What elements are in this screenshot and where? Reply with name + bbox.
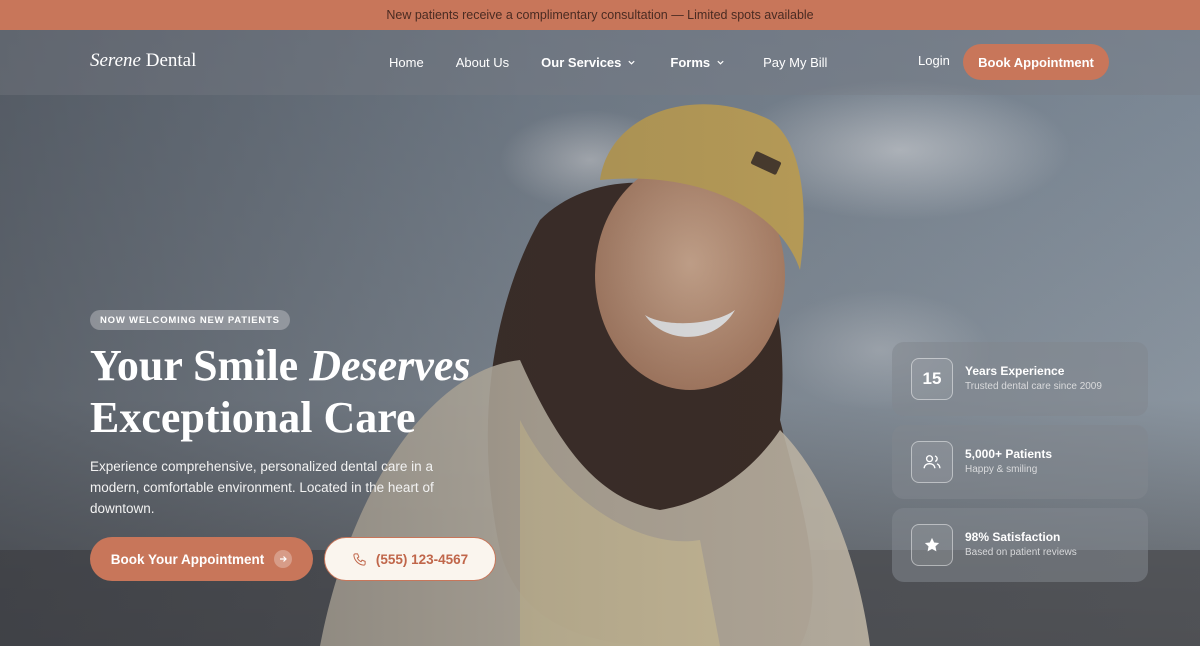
nav-forms-label: Forms bbox=[670, 55, 711, 70]
brand-italic: Serene bbox=[90, 50, 141, 71]
brand-logo[interactable]: Serene Dental bbox=[90, 50, 196, 72]
stat-card-experience: 15 Years Experience Trusted dental care … bbox=[892, 342, 1148, 416]
phone-number: (555) 123-4567 bbox=[375, 551, 469, 567]
nav-pay-bill-label: Pay My Bill bbox=[763, 55, 828, 70]
phone-button[interactable]: (555) 123-4567 bbox=[324, 537, 496, 581]
login-link[interactable]: Login bbox=[918, 53, 950, 68]
arrow-right-icon bbox=[274, 550, 293, 568]
announcement-text: New patients receive a complimentary con… bbox=[386, 8, 814, 22]
book-your-appointment-button[interactable]: Book Your Appointment bbox=[90, 537, 313, 581]
announcement-bar: New patients receive a complimentary con… bbox=[0, 0, 1200, 30]
chevron-down-icon bbox=[628, 60, 636, 65]
stat-card-satisfaction: 98% Satisfaction Based on patient review… bbox=[892, 508, 1148, 582]
stat-subtitle: Happy & smiling bbox=[965, 464, 1038, 475]
nav-home[interactable]: Home bbox=[389, 55, 424, 70]
nav-services-label: Our Services bbox=[541, 55, 622, 70]
nav-forms[interactable]: Forms bbox=[670, 55, 725, 70]
headline-part-a: Your Smile bbox=[90, 341, 310, 390]
users-icon bbox=[911, 441, 953, 483]
stat-title: 98% Satisfaction bbox=[965, 530, 1061, 544]
phone-icon bbox=[353, 552, 366, 566]
headline-part-b: Exceptional Care bbox=[90, 393, 416, 442]
star-icon bbox=[911, 524, 953, 566]
book-your-appointment-label: Book Your Appointment bbox=[110, 551, 265, 567]
main-nav: Home About Us Our Services Forms Pay My … bbox=[389, 30, 827, 95]
stat-card-patients: 5,000+ Patients Happy & smiling bbox=[892, 425, 1148, 499]
hero-headline: Your Smile Deserves Exceptional Care bbox=[90, 340, 550, 444]
nav-pay-bill[interactable]: Pay My Bill bbox=[763, 55, 827, 70]
nav-about[interactable]: About Us bbox=[456, 55, 509, 70]
stat-title: Years Experience bbox=[965, 364, 1065, 378]
new-patients-badge: NOW WELCOMING NEW PATIENTS bbox=[90, 310, 290, 330]
headline-emphasis: Deserves bbox=[309, 341, 471, 390]
nav-about-label: About Us bbox=[455, 55, 510, 70]
years-number-icon: 15 bbox=[911, 358, 953, 400]
nav-services[interactable]: Our Services bbox=[541, 55, 636, 70]
brand-regular: Dental bbox=[145, 50, 197, 71]
stat-title: 5,000+ Patients bbox=[965, 447, 1053, 461]
book-appointment-button[interactable]: Book Appointment bbox=[963, 44, 1109, 80]
hero-subtext: Experience comprehensive, personalized d… bbox=[90, 459, 434, 516]
nav-home-label: Home bbox=[389, 55, 424, 70]
chevron-down-icon bbox=[717, 60, 724, 65]
stat-subtitle: Trusted dental care since 2009 bbox=[965, 381, 1102, 392]
stat-subtitle: Based on patient reviews bbox=[965, 547, 1077, 558]
